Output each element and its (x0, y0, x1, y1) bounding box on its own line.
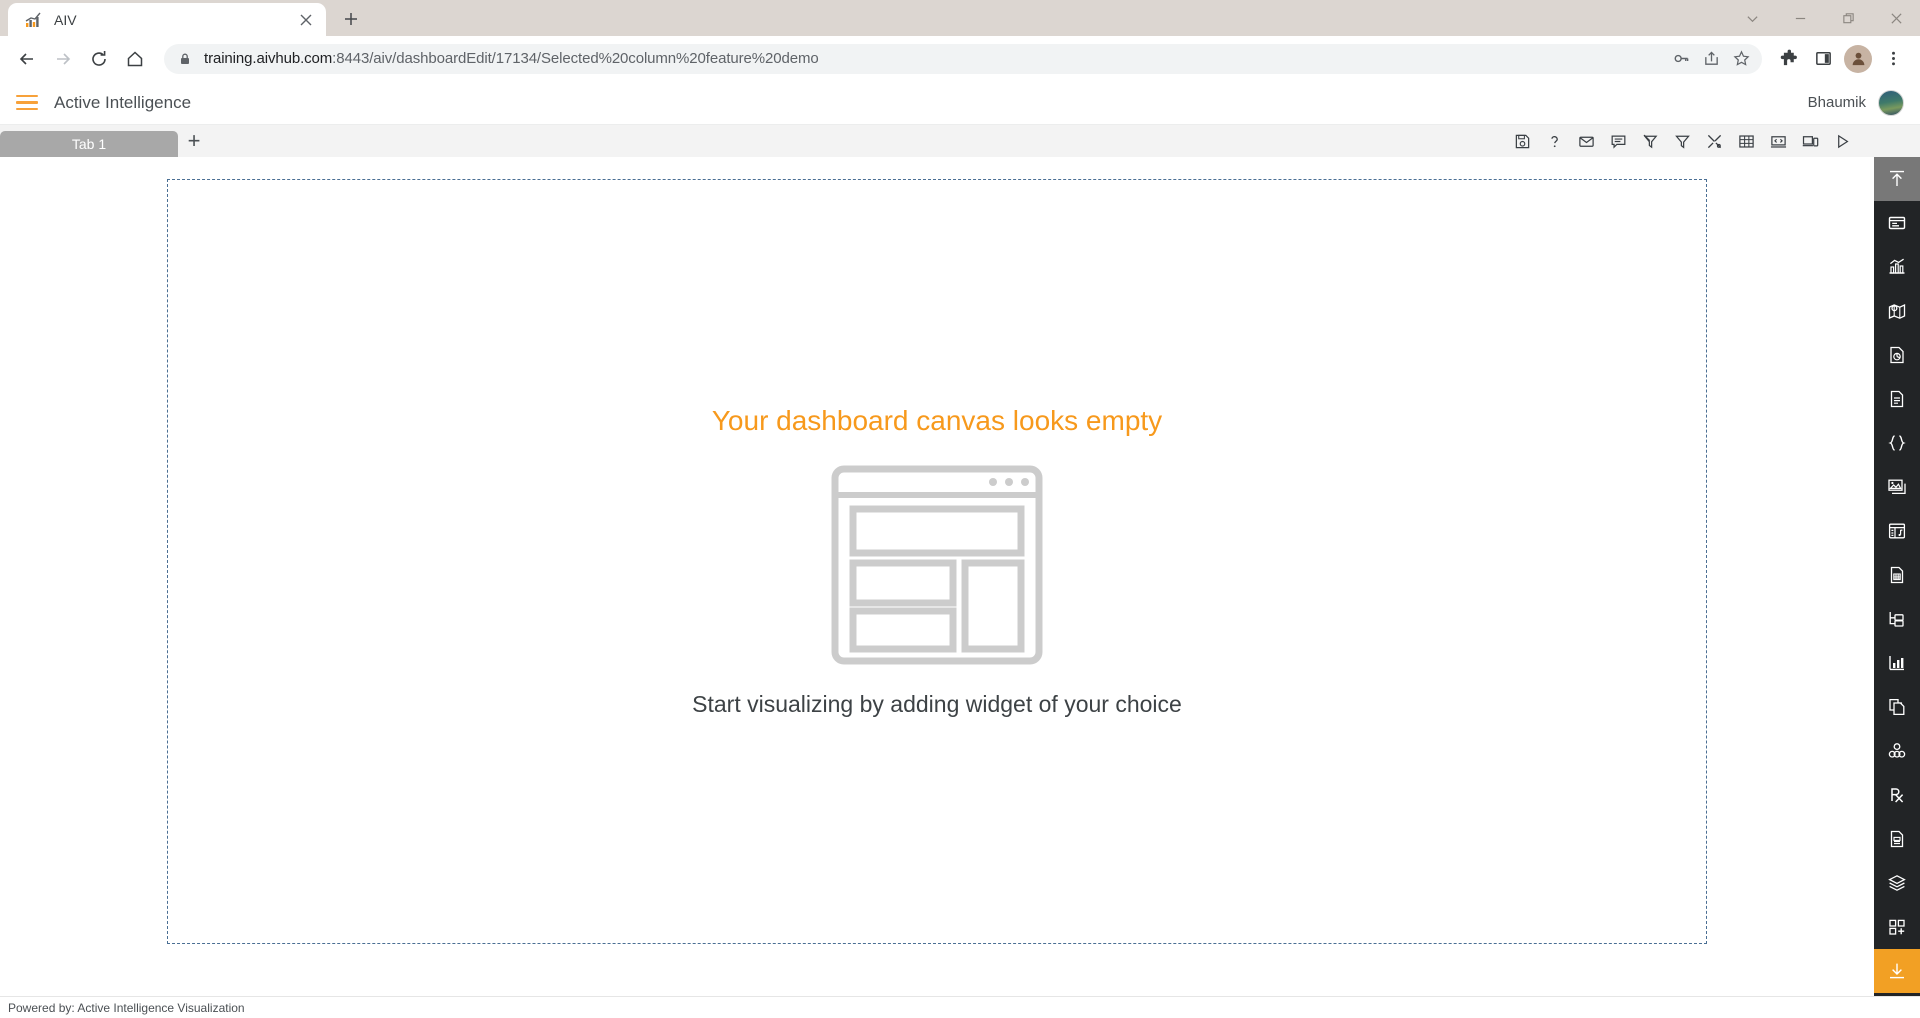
browser-toolbar-actions (1772, 42, 1910, 76)
avatar[interactable] (1878, 89, 1904, 116)
form-icon[interactable] (1874, 509, 1920, 553)
footer-text: Powered by: Active Intelligence Visualiz… (8, 1000, 245, 1015)
image-icon[interactable] (1874, 465, 1920, 509)
envelope-icon[interactable] (1572, 127, 1600, 155)
add-grid-icon[interactable] (1874, 905, 1920, 949)
add-dashboard-tab-button[interactable]: + (178, 126, 210, 156)
workspace: Your dashboard canvas looks empty Start … (0, 157, 1920, 996)
reload-icon[interactable] (82, 42, 116, 76)
arrow-right-icon (46, 42, 80, 76)
widget-side-rail (1874, 157, 1920, 996)
save-icon[interactable] (1508, 127, 1536, 155)
omnibox-actions (1666, 44, 1756, 74)
brand-title: Active Intelligence (54, 92, 192, 112)
dashboard-tab-1[interactable]: Tab 1 (0, 131, 178, 157)
tab-search-chevron-down-icon[interactable] (1728, 1, 1776, 35)
arrow-left-icon[interactable] (10, 42, 44, 76)
dashboard-canvas[interactable]: Your dashboard canvas looks empty Start … (167, 179, 1707, 944)
puzzle-icon[interactable] (1772, 42, 1806, 76)
empty-state-title: Your dashboard canvas looks empty (711, 405, 1163, 436)
person-icon[interactable] (1844, 44, 1872, 73)
tree-folder-icon[interactable] (1874, 597, 1920, 641)
close-icon[interactable] (294, 8, 318, 32)
cubes-icon[interactable] (1874, 729, 1920, 773)
application: Active Intelligence Bhaumik Tab 1 + Your… (0, 81, 1920, 1018)
aiv-bars-icon (24, 11, 42, 29)
side-panel-icon[interactable] (1806, 42, 1840, 76)
question-mark-icon[interactable] (1540, 127, 1568, 155)
container-icon[interactable] (1874, 201, 1920, 245)
download-arrow-icon[interactable] (1874, 949, 1920, 993)
dashboard-wireframe-icon (831, 465, 1043, 665)
app-header: Active Intelligence Bhaumik (0, 81, 1920, 125)
code-brackets-icon[interactable] (1764, 127, 1792, 155)
address-bar[interactable]: training.aivhub.com:8443/aiv/dashboardEd… (164, 43, 1762, 74)
canvas-area: Your dashboard canvas looks empty Start … (0, 157, 1874, 996)
address-bar-url: training.aivhub.com:8443/aiv/dashboardEd… (204, 50, 819, 67)
tools-icon[interactable] (1700, 127, 1728, 155)
url-path: :8443/aiv/dashboardEdit/17134/Selected%2… (332, 50, 819, 67)
lock-icon[interactable] (178, 52, 192, 66)
filter-icon[interactable] (1668, 127, 1696, 155)
home-icon[interactable] (118, 42, 152, 76)
browser-tab[interactable]: AIV (8, 3, 326, 36)
browser-tab-title: AIV (54, 11, 77, 28)
copy-doc-icon[interactable] (1874, 685, 1920, 729)
table-grid-icon[interactable] (1732, 127, 1760, 155)
hamburger-icon[interactable] (16, 94, 38, 111)
key-icon[interactable] (1666, 44, 1696, 74)
minimize-icon[interactable] (1776, 1, 1824, 35)
print-doc-icon[interactable] (1874, 817, 1920, 861)
kebab-menu-icon[interactable] (1876, 42, 1910, 76)
devices-icon[interactable] (1796, 127, 1824, 155)
star-icon[interactable] (1726, 44, 1756, 74)
url-host: training.aivhub.com (204, 50, 333, 67)
bar-line-chart-icon[interactable] (1874, 245, 1920, 289)
chart-axis-icon[interactable] (1874, 641, 1920, 685)
curly-braces-icon[interactable] (1874, 421, 1920, 465)
collapse-panel-arrow-up-icon[interactable] (1874, 157, 1920, 201)
header-user-area: Bhaumik (1807, 89, 1904, 116)
dashboard-tool-icons (1508, 127, 1920, 155)
browser-tab-strip: AIV (0, 0, 1920, 36)
window-controls (1728, 0, 1920, 36)
comment-icon[interactable] (1604, 127, 1632, 155)
play-icon[interactable] (1828, 127, 1856, 155)
pie-doc-icon[interactable] (1874, 333, 1920, 377)
layers-icon[interactable] (1874, 861, 1920, 905)
restore-icon[interactable] (1824, 1, 1872, 35)
new-tab-button[interactable] (336, 4, 366, 34)
browser-toolbar: training.aivhub.com:8443/aiv/dashboardEd… (0, 36, 1920, 81)
document-icon[interactable] (1874, 377, 1920, 421)
data-doc-icon[interactable] (1874, 553, 1920, 597)
window-close-icon[interactable] (1872, 1, 1920, 35)
empty-state-subtitle: Start visualizing by adding widget of yo… (692, 691, 1182, 717)
app-footer: Powered by: Active Intelligence Visualiz… (0, 996, 1920, 1018)
clear-filter-icon[interactable] (1636, 127, 1664, 155)
dashboard-tab-bar: Tab 1 + (0, 125, 1920, 157)
user-name: Bhaumik (1807, 94, 1866, 111)
map-pin-icon[interactable] (1874, 289, 1920, 333)
share-icon[interactable] (1696, 44, 1726, 74)
rx-icon[interactable] (1874, 773, 1920, 817)
